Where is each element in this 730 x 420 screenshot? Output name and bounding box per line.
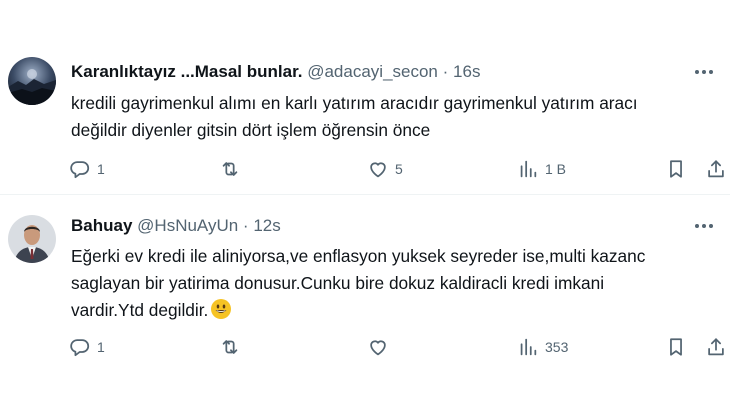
bookmark-button[interactable] xyxy=(665,157,687,181)
like-button[interactable]: 5 xyxy=(367,157,403,181)
man-in-suit-avatar xyxy=(8,215,56,263)
author-name[interactable]: Karanlıktayız ...Masal bunlar. xyxy=(71,62,302,81)
separator-dot: · xyxy=(442,62,449,81)
author-name[interactable]: Bahuay xyxy=(71,216,132,235)
tweet-actions: 1 5 1 B xyxy=(0,157,730,181)
tweet-timestamp[interactable]: 12s xyxy=(253,216,280,235)
tweet-text-line-last: vardir.Ytd degildir. xyxy=(71,297,711,324)
share-button[interactable] xyxy=(705,157,727,181)
tweet-text-line: kredili gayrimenkul alımı en karlı yatır… xyxy=(71,93,638,113)
share-icon xyxy=(708,338,724,356)
tweet-timestamp[interactable]: 16s xyxy=(453,62,480,81)
more-icon[interactable] xyxy=(692,62,716,82)
retweet-icon xyxy=(222,340,238,354)
reply-button[interactable]: 1 xyxy=(69,335,105,359)
tweet-text: kredili gayrimenkul alımı en karlı yatır… xyxy=(71,90,711,144)
view-count: 1 B xyxy=(545,161,567,177)
tweet[interactable]: Karanlıktayız ...Masal bunlar. @adacayi_… xyxy=(0,0,730,195)
bookmark-icon xyxy=(670,160,682,178)
bookmark-icon xyxy=(670,338,682,356)
heart-icon xyxy=(370,162,386,178)
share-button[interactable] xyxy=(705,335,727,359)
heart-icon xyxy=(370,340,386,356)
more-icon[interactable] xyxy=(692,216,716,236)
views-icon xyxy=(520,160,537,178)
retweet-button[interactable] xyxy=(219,157,247,181)
retweet-button[interactable] xyxy=(219,335,247,359)
share-icon xyxy=(708,160,724,178)
reply-count: 1 xyxy=(97,339,105,355)
avatar[interactable] xyxy=(8,215,56,263)
avatar[interactable] xyxy=(8,57,56,105)
author-handle[interactable]: @HsNuAyUn xyxy=(137,216,238,235)
like-button[interactable] xyxy=(367,335,395,359)
reply-icon xyxy=(70,161,90,179)
tweet-header: Karanlıktayız ...Masal bunlar. @adacayi_… xyxy=(71,61,480,83)
reply-button[interactable]: 1 xyxy=(69,157,105,181)
tweet[interactable]: Bahuay @HsNuAyUn · 12s Eğerki ev kredi i… xyxy=(0,195,730,420)
author-handle[interactable]: @adacayi_secon xyxy=(307,62,438,81)
separator-dot: · xyxy=(242,216,249,235)
grinning-face-emoji xyxy=(211,299,232,319)
tweet-text-line: değildir diyenler gitsin dört işlem öğre… xyxy=(71,120,431,140)
views-button[interactable]: 353 xyxy=(517,335,568,359)
tweet-header: Bahuay @HsNuAyUn · 12s xyxy=(71,215,281,237)
reply-icon xyxy=(70,339,90,357)
views-button[interactable]: 1 B xyxy=(517,157,566,181)
tweet-text-fragment: vardir.Ytd degildir. xyxy=(71,300,209,320)
bookmark-button[interactable] xyxy=(665,335,687,359)
reply-count: 1 xyxy=(97,161,105,177)
night-landscape-avatar xyxy=(8,57,56,105)
view-count: 353 xyxy=(545,339,569,355)
tweet-text: Eğerki ev kredi ile aliniyorsa,ve enflas… xyxy=(71,243,711,324)
tweet-text-line: saglayan bir yatirima donusur.Cunku bire… xyxy=(71,273,605,293)
tweet-actions: 1 353 xyxy=(0,335,730,359)
tweet-text-line: Eğerki ev kredi ile aliniyorsa,ve enflas… xyxy=(71,246,646,266)
views-icon xyxy=(520,338,537,356)
like-count: 5 xyxy=(395,161,403,177)
retweet-icon xyxy=(222,162,238,176)
